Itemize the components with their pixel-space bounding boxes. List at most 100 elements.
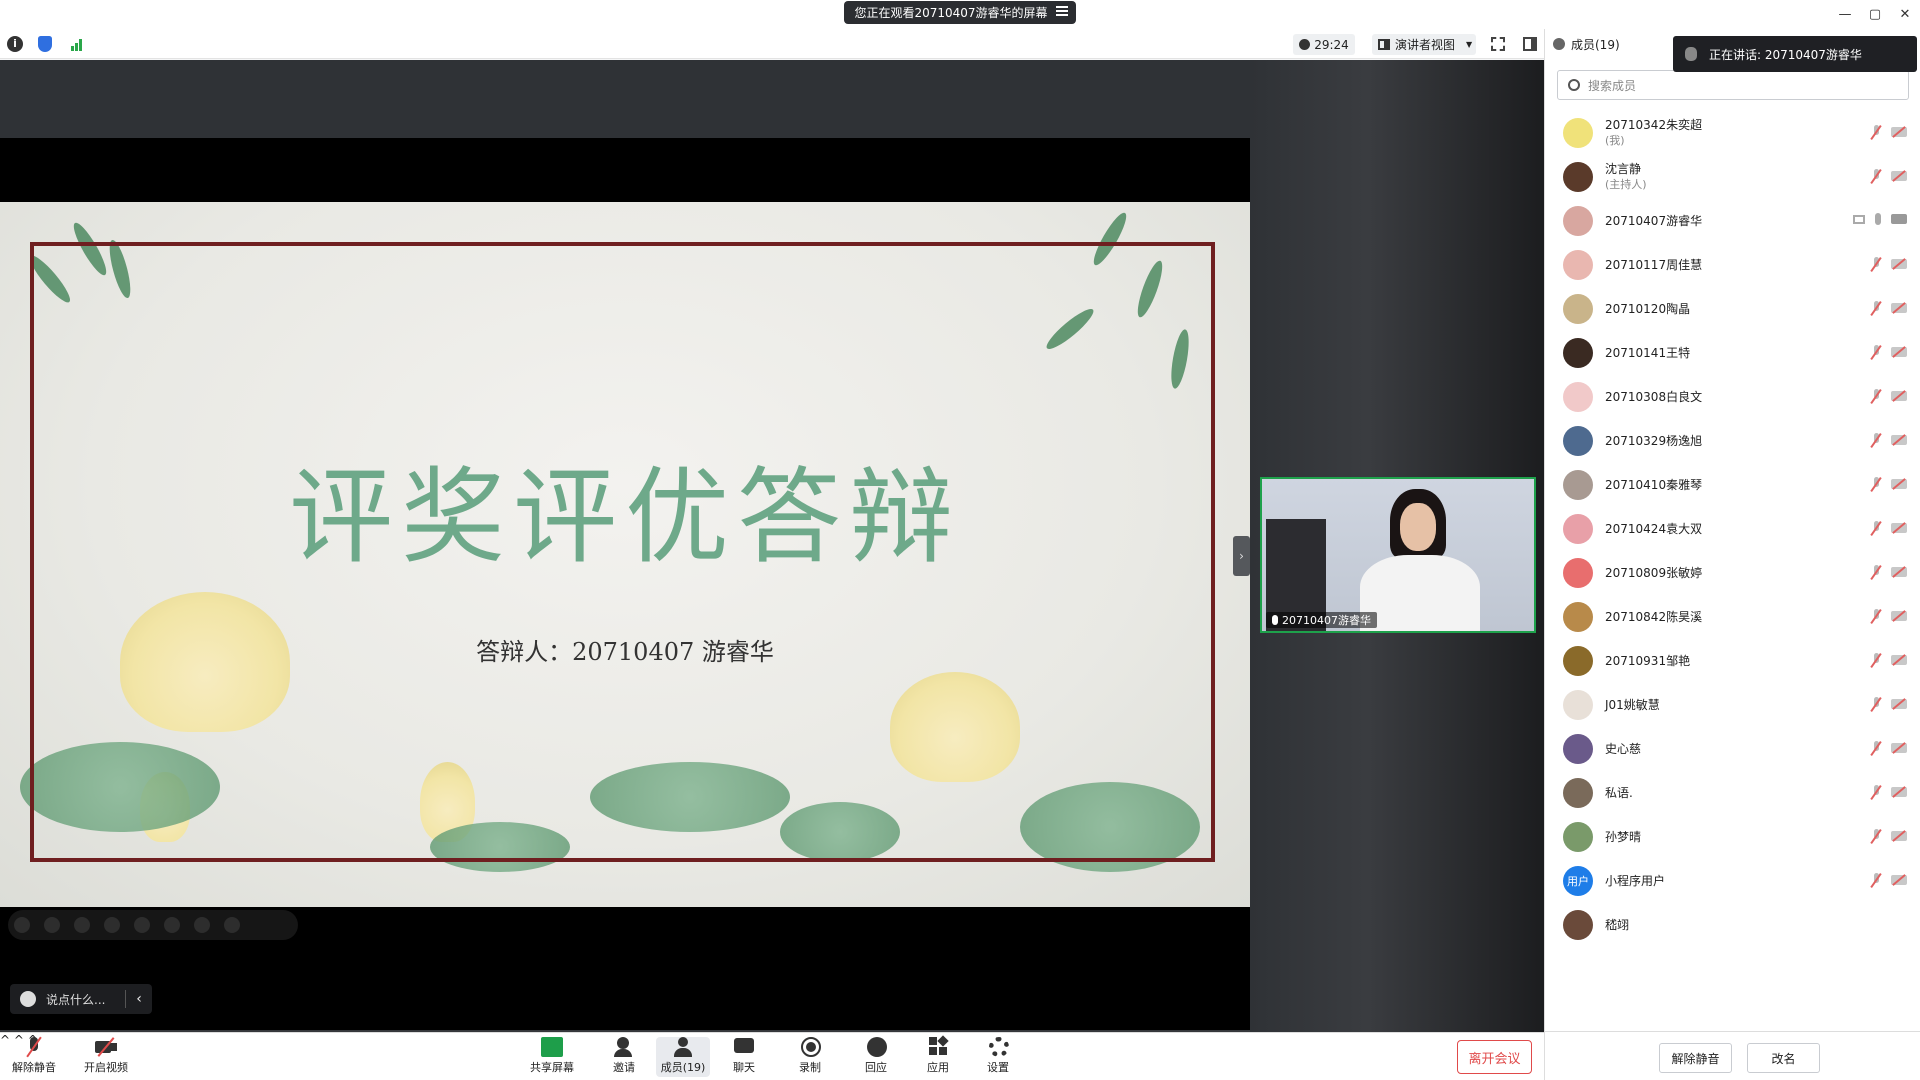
mic-off-icon[interactable] [1871,477,1881,491]
unmute-button[interactable]: 解除静音 [10,1036,58,1077]
camera-off-icon[interactable] [1891,391,1907,401]
rename-button[interactable]: 改名 [1747,1043,1820,1073]
camera-off-icon[interactable] [1891,567,1907,577]
share-screen-button[interactable]: 共享屏幕 [528,1037,576,1077]
mic-off-icon[interactable] [1871,169,1881,183]
maximize-button[interactable]: ▢ [1860,0,1890,29]
reactions-button[interactable]: 回应 [852,1037,900,1077]
leave-meeting-button[interactable]: 离开会议 [1457,1040,1532,1074]
signal-icon[interactable] [69,36,85,52]
member-row[interactable]: 20710141王特 [1545,331,1920,375]
camera-off-icon[interactable] [1891,171,1907,181]
record-button[interactable]: 录制 [786,1037,834,1077]
camera-off-icon[interactable] [1891,347,1907,357]
close-button[interactable]: ✕ [1890,0,1920,29]
annotation-toolbar[interactable] [8,910,298,940]
member-row[interactable]: 私语. [1545,771,1920,815]
invite-button[interactable]: 邀请 [600,1037,648,1077]
mic-off-icon[interactable] [1871,301,1881,315]
mic-off-icon[interactable] [1871,345,1881,359]
camera-off-icon[interactable] [1891,699,1907,709]
member-row[interactable]: 20710342朱奕超 (我) [1545,111,1920,155]
screenshot-icon[interactable] [104,917,120,933]
camera-off-icon[interactable] [1891,435,1907,445]
quick-chat-bar[interactable]: 说点什么... ‹ [10,984,152,1014]
mic-off-icon[interactable] [1871,257,1881,271]
mic-off-icon[interactable] [1871,565,1881,579]
search-placeholder[interactable]: 搜索成员 [1588,77,1636,94]
camera-off-icon[interactable] [1891,479,1907,489]
more-icon[interactable] [194,917,210,933]
menu-icon[interactable] [1056,6,1068,18]
camera-off-icon[interactable] [1891,831,1907,841]
mic-off-icon[interactable] [1871,389,1881,403]
search-members-input[interactable]: 搜索成员 [1557,70,1909,100]
mic-off-icon[interactable] [1871,433,1881,447]
member-row[interactable]: 20710410秦雅琴 [1545,463,1920,507]
apps-button[interactable]: 应用 [914,1035,962,1077]
member-row[interactable]: 孙梦晴 [1545,815,1920,859]
camera-off-icon[interactable] [1891,611,1907,621]
sidebar-toggle-icon[interactable] [1523,37,1537,51]
member-row[interactable]: 20710308白良文 [1545,375,1920,419]
member-row[interactable]: 20710120陶晶 [1545,287,1920,331]
shield-icon[interactable] [38,36,52,52]
member-info: 20710842陈昊溪 [1605,610,1702,625]
chat-button[interactable]: 聊天 [720,1037,768,1077]
member-row[interactable]: 20710424袁大双 [1545,507,1920,551]
mic-off-icon[interactable] [1871,829,1881,843]
mic-off-icon[interactable] [1871,697,1881,711]
camera-off-icon[interactable] [1891,787,1907,797]
settings-button[interactable]: 设置 [974,1037,1022,1077]
member-row[interactable]: 用户 小程序用户 [1545,859,1920,903]
mic-off-icon[interactable] [1871,125,1881,139]
sharing-banner[interactable]: 您正在观看20710407游睿华的屏幕 [844,1,1076,24]
camera-off-icon[interactable] [1891,259,1907,269]
start-video-button[interactable]: 开启视频 [82,1037,130,1077]
member-row[interactable]: 20710842陈昊溪 [1545,595,1920,639]
camera-icon[interactable] [1891,214,1907,224]
unmute-all-button[interactable]: 解除静音 [1659,1043,1732,1073]
fullscreen-icon[interactable] [1491,37,1505,51]
minimize-button[interactable]: — [1830,0,1860,29]
mic-off-icon[interactable] [1871,653,1881,667]
mic-icon [1272,615,1278,625]
member-row[interactable]: 20710809张敏婷 [1545,551,1920,595]
quick-chat-placeholder[interactable]: 说点什么... [46,991,105,1008]
mic-off-icon[interactable] [1871,521,1881,535]
mic-off-icon[interactable] [1871,873,1881,887]
members-button[interactable]: 成员(19) [656,1037,710,1077]
image-icon[interactable] [134,917,150,933]
camera-off-icon[interactable] [1891,303,1907,313]
camera-off-icon[interactable] [1891,127,1907,137]
camera-off-icon[interactable] [1891,875,1907,885]
avatar [1563,250,1593,280]
member-row[interactable]: 史心慈 [1545,727,1920,771]
collapse-video-handle[interactable]: › [1233,536,1250,576]
mic-off-icon[interactable] [1871,785,1881,799]
pen-icon[interactable] [74,917,90,933]
info-icon[interactable]: i [7,36,23,52]
prev-icon[interactable] [14,917,30,933]
next-icon[interactable] [44,917,60,933]
chevron-up-icon[interactable]: ^ [0,1033,10,1047]
mic-icon[interactable] [1875,213,1881,225]
member-row[interactable]: 嵇翊 [1545,903,1920,947]
member-row[interactable]: 20710407游睿华 [1545,199,1920,243]
member-row[interactable]: 沈言静 (主持人) [1545,155,1920,199]
chevron-left-icon[interactable] [224,917,240,933]
mic-off-icon[interactable] [1871,741,1881,755]
smile-icon[interactable] [20,991,36,1007]
camera-off-icon[interactable] [1891,655,1907,665]
camera-off-icon[interactable] [1891,523,1907,533]
member-row[interactable]: 20710931邹艳 [1545,639,1920,683]
camera-off-icon[interactable] [1891,743,1907,753]
speaker-video-tile[interactable]: 20710407游睿华 [1260,477,1536,633]
member-row[interactable]: 20710329杨逸旭 [1545,419,1920,463]
member-row[interactable]: J01姚敏慧 [1545,683,1920,727]
whiteboard-icon[interactable] [164,917,180,933]
chevron-left-icon[interactable]: ‹ [126,991,152,1007]
view-mode-select[interactable]: 演讲者视图 ▼ [1372,34,1476,55]
mic-off-icon[interactable] [1871,609,1881,623]
member-row[interactable]: 20710117周佳慧 [1545,243,1920,287]
